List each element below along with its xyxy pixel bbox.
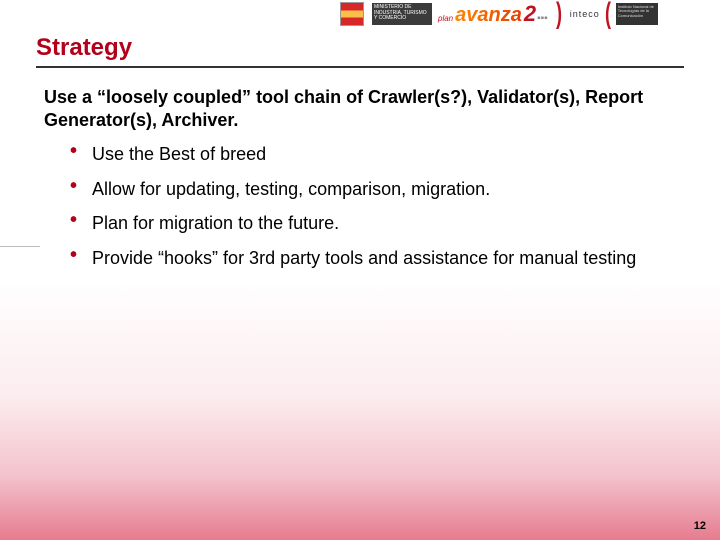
avanza-dots-icon: ▪▪▪	[537, 13, 548, 24]
paren-icon: )	[556, 4, 562, 24]
background-gradient	[0, 280, 720, 540]
logo-plan-avanza: plan avanza 2 ▪▪▪	[438, 1, 548, 27]
avanza-word-text: avanza	[455, 4, 522, 27]
left-separator-line	[0, 246, 40, 247]
logo-inteco: inteco ( Instituto Nacional de Tecnologí…	[570, 3, 658, 25]
logo-ministerio: MINISTERIO DE INDUSTRIA, TURISMO Y COMER…	[372, 3, 432, 25]
spain-flag-icon	[340, 2, 364, 26]
list-item: Allow for updating, testing, comparison,…	[74, 172, 670, 207]
logo-gobierno	[340, 3, 366, 25]
list-item: Provide “hooks” for 3rd party tools and …	[74, 241, 670, 276]
paren-icon: (	[605, 4, 611, 24]
intro-paragraph: Use a “loosely coupled” tool chain of Cr…	[44, 86, 670, 131]
page-number: 12	[694, 520, 706, 532]
avanza-number: 2	[524, 1, 536, 27]
slide-body: Use a “loosely coupled” tool chain of Cr…	[44, 86, 670, 275]
bullet-list: Use the Best of breed Allow for updating…	[44, 137, 670, 275]
inteco-word: inteco	[570, 9, 600, 19]
list-item: Plan for migration to the future.	[74, 206, 670, 241]
slide-title: Strategy	[36, 34, 684, 68]
slide: MINISTERIO DE INDUSTRIA, TURISMO Y COMER…	[0, 0, 720, 540]
header-logo-strip: MINISTERIO DE INDUSTRIA, TURISMO Y COMER…	[0, 0, 720, 28]
inteco-caption: Instituto Nacional de Tecnologías de la …	[616, 3, 658, 25]
list-item: Use the Best of breed	[74, 137, 670, 172]
avanza-plan-text: plan	[438, 14, 453, 23]
